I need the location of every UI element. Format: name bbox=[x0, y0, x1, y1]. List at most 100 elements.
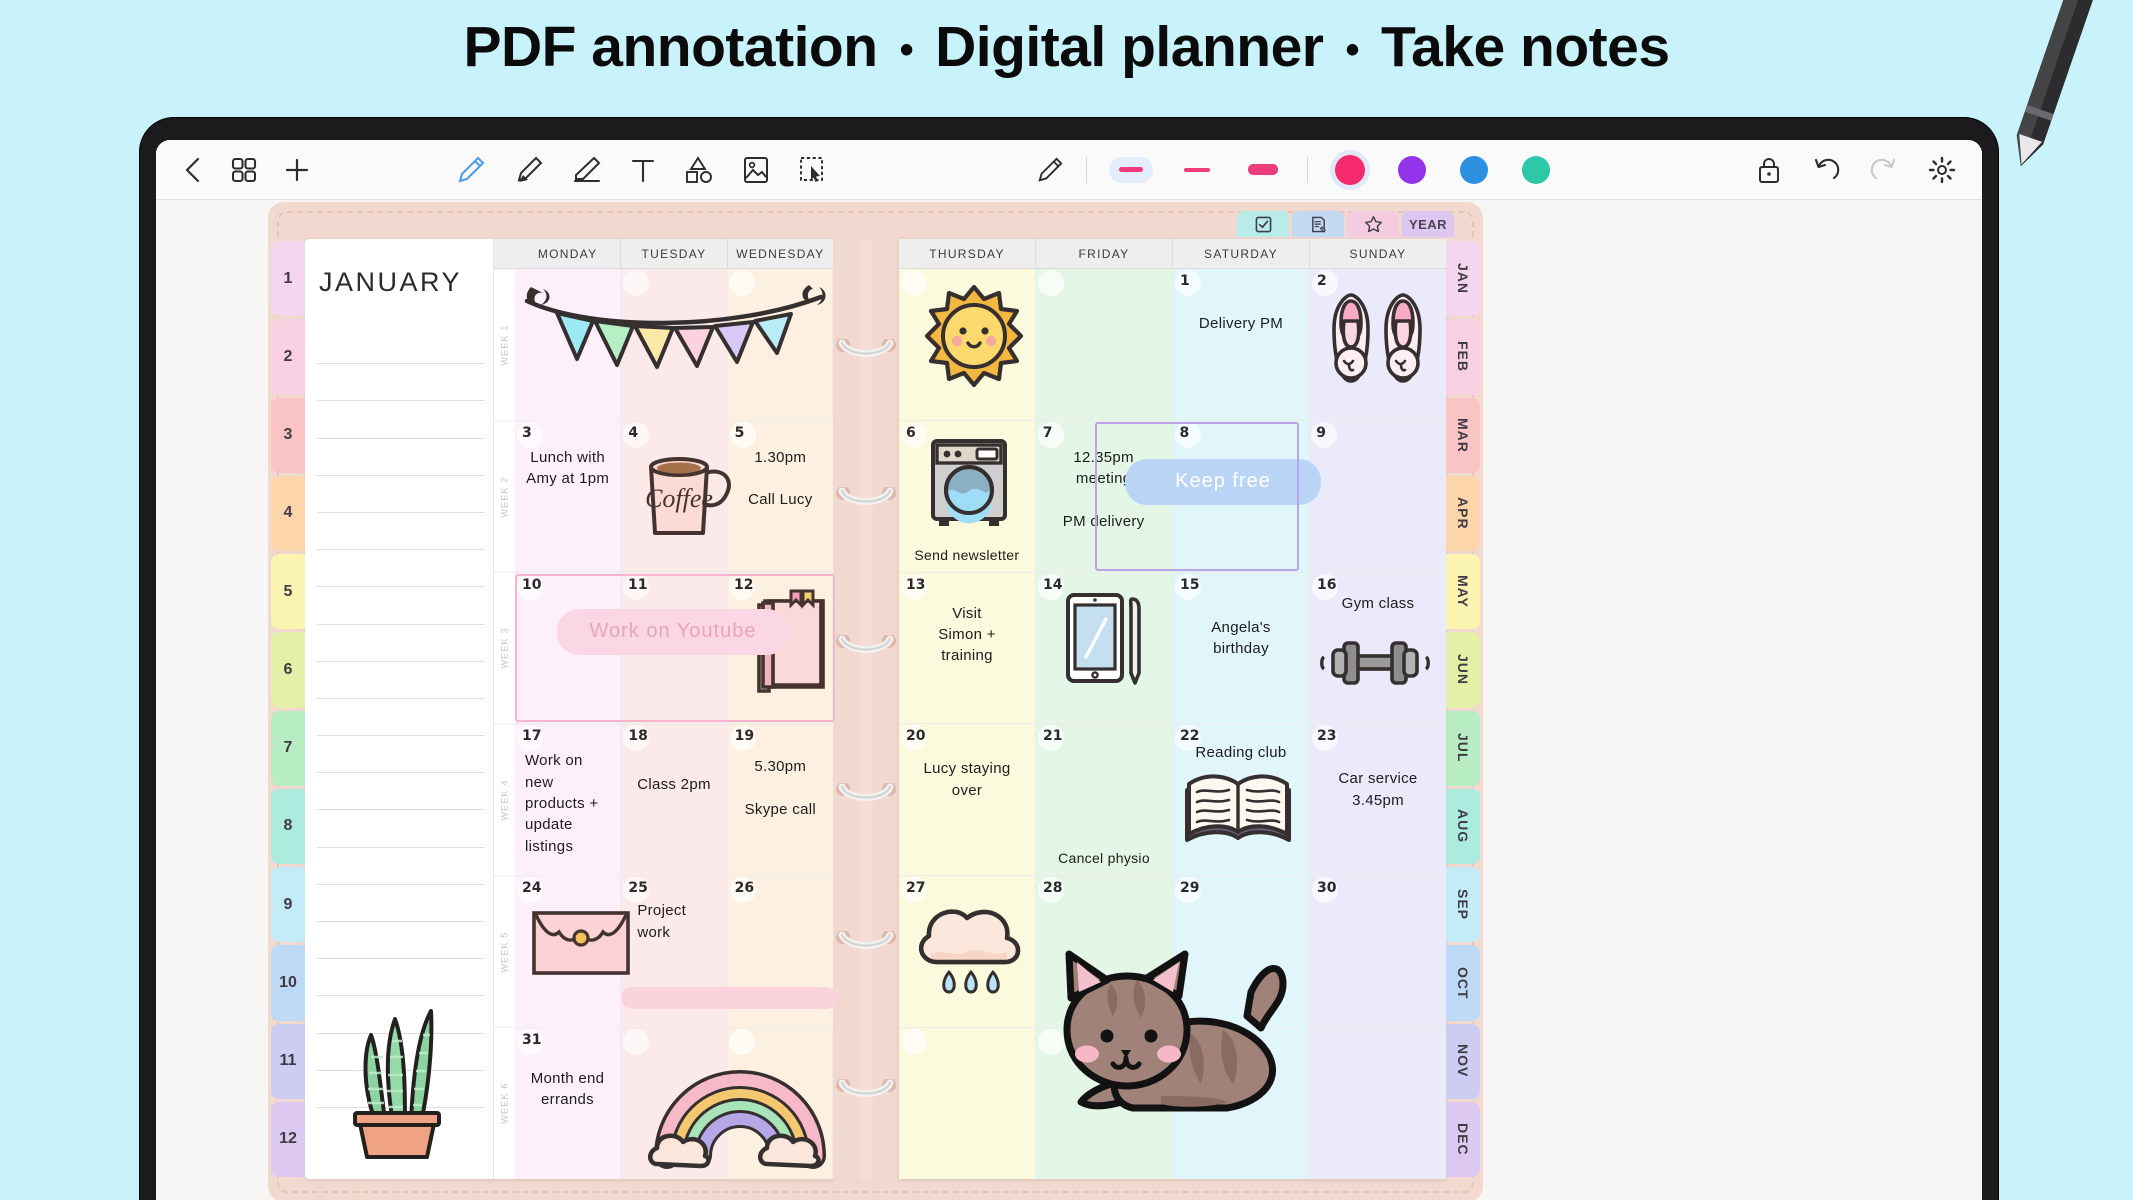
day-entry[interactable]: Car service 3.45pm bbox=[1316, 768, 1440, 811]
num-tab-12[interactable]: 12 bbox=[271, 1101, 305, 1177]
num-tab-7[interactable]: 7 bbox=[271, 710, 305, 786]
num-tab-4[interactable]: 4 bbox=[271, 475, 305, 551]
day-cell-empty[interactable] bbox=[899, 1028, 1036, 1179]
day-entry[interactable]: 5.30pm Skype call bbox=[734, 756, 827, 820]
num-tab-6[interactable]: 6 bbox=[271, 632, 305, 708]
day-entry[interactable]: Cancel physio bbox=[1042, 849, 1166, 869]
num-tab-5[interactable]: 5 bbox=[271, 554, 305, 630]
day-entry[interactable]: 1.30pm Call Lucy bbox=[734, 447, 827, 511]
undo-icon[interactable] bbox=[1812, 156, 1840, 184]
eraser-tool-icon[interactable] bbox=[572, 155, 602, 185]
stroke-width-medium[interactable] bbox=[1175, 157, 1219, 183]
day-cell-empty[interactable] bbox=[621, 1028, 727, 1179]
num-tab-2[interactable]: 2 bbox=[271, 319, 305, 395]
day-cell-31[interactable]: 31 Month end errands bbox=[515, 1028, 621, 1179]
num-tab-10[interactable]: 10 bbox=[271, 945, 305, 1021]
highlighter-tool-icon[interactable] bbox=[514, 155, 544, 185]
day-entry[interactable]: Month end errands bbox=[521, 1068, 614, 1111]
day-cell-empty[interactable] bbox=[1172, 1028, 1310, 1179]
pen-tool-icon[interactable] bbox=[456, 155, 486, 185]
day-cell-25[interactable]: 25 Project work bbox=[621, 876, 837, 1028]
num-tab-1[interactable]: 1 bbox=[271, 241, 305, 317]
color-swatch-teal[interactable] bbox=[1516, 150, 1556, 190]
month-tab-feb[interactable]: FEB bbox=[1446, 319, 1480, 395]
day-entry[interactable]: Delivery PM bbox=[1179, 313, 1303, 334]
lock-icon[interactable] bbox=[1756, 156, 1782, 184]
day-cell[interactable] bbox=[727, 269, 833, 420]
month-tab-oct[interactable]: OCT bbox=[1446, 945, 1480, 1021]
num-tab-8[interactable]: 8 bbox=[271, 788, 305, 864]
day-cell-28[interactable]: 28 bbox=[1036, 876, 1173, 1028]
day-cell-6[interactable]: 6 Send newsletter bbox=[899, 420, 1036, 572]
day-cell-empty[interactable] bbox=[1035, 1028, 1173, 1179]
stroke-width-thin[interactable] bbox=[1109, 156, 1153, 183]
month-tab-dec[interactable]: DEC bbox=[1446, 1101, 1480, 1177]
day-cell-empty[interactable] bbox=[1036, 269, 1173, 420]
active-pen-icon[interactable] bbox=[1036, 156, 1064, 184]
color-swatch-pink[interactable] bbox=[1330, 149, 1370, 190]
day-entry[interactable]: Class 2pm bbox=[627, 774, 720, 795]
image-tool-icon[interactable] bbox=[742, 155, 770, 185]
checklist-tab[interactable] bbox=[1237, 211, 1289, 237]
day-entry[interactable]: Reading club bbox=[1179, 742, 1303, 763]
month-tab-mar[interactable]: MAR bbox=[1446, 397, 1480, 473]
day-cell-empty[interactable] bbox=[727, 1028, 833, 1179]
day-cell-23[interactable]: 23 Car service 3.45pm bbox=[1310, 724, 1446, 876]
day-entry[interactable]: Project work bbox=[637, 900, 720, 943]
day-entry[interactable]: Visit Simon + training bbox=[905, 603, 1029, 667]
day-entry[interactable]: Angela's birthday bbox=[1179, 617, 1303, 660]
num-tab-11[interactable]: 11 bbox=[271, 1023, 305, 1099]
day-cell-27[interactable]: 27 bbox=[899, 876, 1036, 1028]
color-swatch-blue[interactable] bbox=[1454, 150, 1494, 190]
month-tab-jun[interactable]: JUN bbox=[1446, 632, 1480, 708]
notes-ruled-lines[interactable] bbox=[317, 327, 485, 1173]
month-tab-jul[interactable]: JUL bbox=[1446, 710, 1480, 786]
day-entry[interactable]: Lucy staying over bbox=[905, 758, 1029, 801]
month-tab-nov[interactable]: NOV bbox=[1446, 1023, 1480, 1099]
day-cell[interactable] bbox=[515, 269, 621, 420]
day-cell-30[interactable]: 30 bbox=[1310, 876, 1446, 1028]
day-cell-15[interactable]: 15 Angela's birthday bbox=[1173, 572, 1310, 724]
work-on-youtube-pill[interactable]: Work on Youtube bbox=[557, 608, 789, 655]
lasso-select-tool-icon[interactable] bbox=[798, 155, 826, 185]
shapes-tool-icon[interactable] bbox=[684, 155, 714, 185]
stroke-width-thick[interactable] bbox=[1241, 157, 1285, 183]
keep-free-pill[interactable]: Keep free bbox=[1125, 458, 1321, 505]
back-icon[interactable] bbox=[182, 156, 204, 184]
day-cell-13[interactable]: 13 Visit Simon + training bbox=[899, 572, 1036, 724]
day-cell-9[interactable]: 9 bbox=[1309, 420, 1446, 572]
favourites-tab[interactable] bbox=[1347, 211, 1399, 237]
month-tab-may[interactable]: MAY bbox=[1446, 554, 1480, 630]
month-tab-apr[interactable]: APR bbox=[1446, 475, 1480, 551]
settings-gear-icon[interactable] bbox=[1928, 156, 1956, 184]
year-tab[interactable]: YEAR bbox=[1402, 211, 1454, 237]
day-cell-29[interactable]: 29 bbox=[1173, 876, 1310, 1028]
add-page-icon[interactable] bbox=[284, 157, 310, 183]
day-cell-2[interactable]: 2 bbox=[1310, 269, 1446, 420]
color-swatch-purple[interactable] bbox=[1392, 150, 1432, 190]
grid-view-icon[interactable] bbox=[230, 156, 258, 184]
day-cell-24[interactable]: 24 bbox=[515, 876, 630, 1028]
day-cell[interactable] bbox=[621, 269, 727, 420]
day-cell-18[interactable]: 18 Class 2pm bbox=[621, 724, 728, 876]
day-cell-4[interactable]: 4 Coffee bbox=[621, 420, 732, 572]
day-entry[interactable]: Lunch with Amy at 1pm bbox=[521, 447, 614, 490]
day-entry[interactable]: Work on new products + update listings bbox=[525, 750, 614, 856]
day-entry[interactable]: Gym class bbox=[1316, 593, 1440, 614]
day-cell-5[interactable]: 5 1.30pm Call Lucy bbox=[727, 420, 833, 572]
redo-icon[interactable] bbox=[1870, 156, 1898, 184]
day-entry[interactable]: Send newsletter bbox=[905, 546, 1029, 566]
num-tab-3[interactable]: 3 bbox=[271, 397, 305, 473]
day-cell-22[interactable]: 22 Reading club bbox=[1173, 724, 1310, 876]
day-cell-20[interactable]: 20 Lucy staying over bbox=[899, 724, 1036, 876]
day-cell-1[interactable]: 1 Delivery PM bbox=[1173, 269, 1310, 420]
day-cell-14[interactable]: 14 bbox=[1036, 572, 1173, 724]
day-cell-empty[interactable] bbox=[899, 269, 1036, 420]
month-tab-jan[interactable]: JAN bbox=[1446, 241, 1480, 317]
month-tab-sep[interactable]: SEP bbox=[1446, 867, 1480, 943]
month-tab-aug[interactable]: AUG bbox=[1446, 788, 1480, 864]
text-tool-icon[interactable] bbox=[630, 156, 656, 184]
day-cell-3[interactable]: 3 Lunch with Amy at 1pm bbox=[515, 420, 622, 572]
notes-tab[interactable] bbox=[1292, 211, 1344, 237]
day-cell-16[interactable]: 16 Gym class bbox=[1310, 572, 1446, 724]
